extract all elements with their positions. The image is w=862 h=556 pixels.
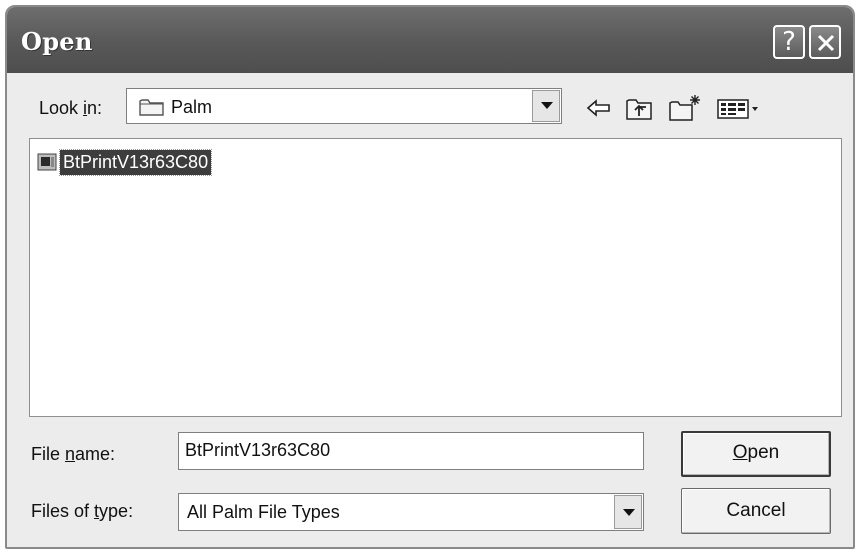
help-button[interactable]: ? — [773, 25, 805, 59]
open-dialog: Open ? Look in: Palm BtPrintV13r63C80 Fi… — [5, 5, 855, 549]
new-folder-icon — [669, 95, 700, 121]
look-in-dropdown[interactable]: Palm — [126, 88, 562, 124]
file-name-input[interactable]: BtPrintV13r63C80 — [178, 432, 644, 470]
file-list[interactable]: BtPrintV13r63C80 — [29, 138, 842, 417]
files-of-type-label: Files of type: — [31, 501, 134, 521]
question-mark-icon: ? — [782, 27, 796, 57]
chevron-down-icon — [541, 102, 553, 109]
folder-icon — [139, 99, 164, 116]
up-one-level-icon — [626, 99, 652, 120]
program-file-icon — [36, 151, 58, 173]
look-in-label: Look in: — [39, 98, 103, 118]
file-name: BtPrintV13r63C80 — [58, 148, 213, 176]
close-icon — [817, 34, 835, 52]
up-one-level-button[interactable] — [624, 93, 654, 123]
file-name-label: File name: — [31, 444, 116, 464]
look-in-value: Palm — [171, 97, 213, 117]
chevron-down-icon — [623, 509, 635, 516]
back-button[interactable] — [585, 93, 613, 123]
files-of-type-value: All Palm File Types — [187, 502, 340, 522]
look-in-dropdown-button[interactable] — [532, 90, 560, 122]
list-item[interactable]: BtPrintV13r63C80 — [36, 148, 213, 176]
cancel-button[interactable]: Cancel — [681, 488, 831, 534]
views-menu-icon — [717, 99, 758, 119]
new-folder-button[interactable] — [667, 93, 703, 123]
close-button[interactable] — [809, 25, 841, 59]
back-arrow-icon — [586, 99, 610, 117]
views-menu-button[interactable] — [715, 93, 761, 123]
files-of-type-dropdown-button[interactable] — [614, 495, 642, 529]
files-of-type-dropdown[interactable]: All Palm File Types — [178, 493, 644, 531]
title-bar[interactable]: Open ? — [7, 7, 853, 73]
dialog-title: Open — [21, 27, 93, 56]
open-button[interactable]: Open — [681, 431, 831, 477]
